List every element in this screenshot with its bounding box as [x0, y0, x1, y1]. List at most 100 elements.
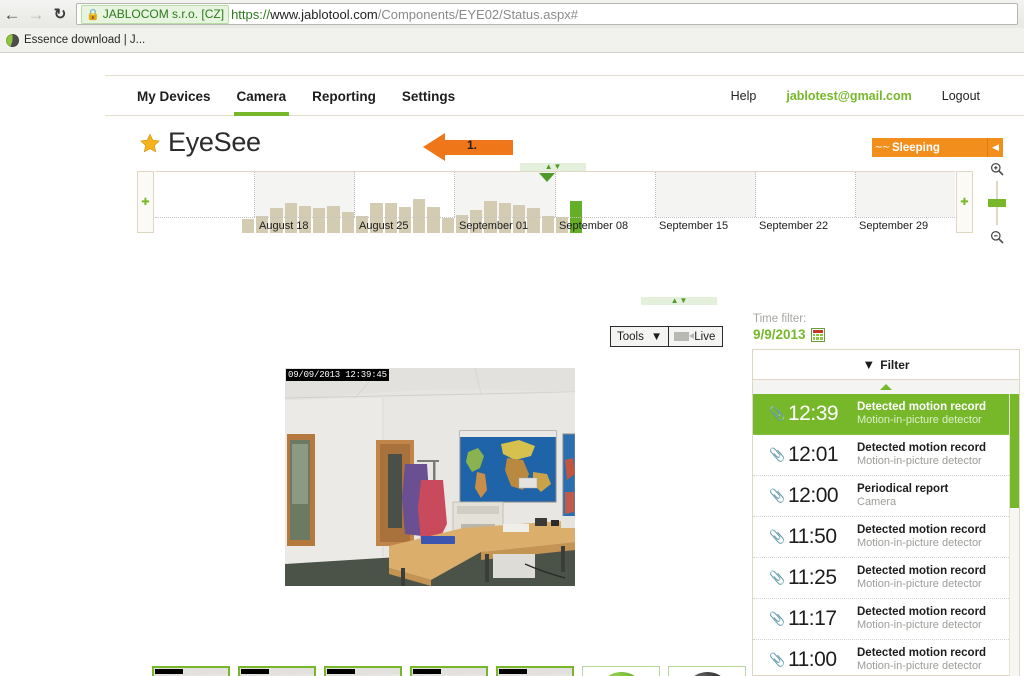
event-row[interactable]: 📎11:00Detected motion recordMotion-in-pi… [753, 640, 1009, 676]
filter-button[interactable]: ▼ Filter [753, 350, 1019, 380]
event-time: 12:39 [788, 402, 848, 426]
account-email-link[interactable]: jablotest@gmail.com [786, 89, 911, 103]
status-badge-label: Sleeping [892, 142, 987, 154]
url-scheme: https:// [231, 7, 270, 22]
timeline-axis-label: September 22 [755, 218, 855, 235]
zoom-slider-thumb[interactable] [988, 199, 1006, 207]
event-row[interactable]: 📎11:17Detected motion recordMotion-in-pi… [753, 599, 1009, 640]
security-badge: 🔒 JABLOCOM s.r.o. [CZ] [81, 5, 229, 24]
help-link[interactable]: Help [731, 89, 757, 103]
event-row[interactable]: 📎12:39Detected motion recordMotion-in-pi… [753, 394, 1009, 435]
timeline-plot[interactable]: August 18August 25September 01September … [155, 171, 955, 233]
filmstrip-thumbnail[interactable] [410, 666, 488, 676]
event-time: 12:00 [788, 484, 848, 508]
thumbnail-timestamp [155, 669, 183, 674]
nav-item-my-devices[interactable]: My Devices [137, 76, 211, 116]
download-button[interactable] [668, 666, 746, 676]
nav-item-camera[interactable]: Camera [237, 76, 287, 116]
timeline-axis-label: August 18 [255, 218, 355, 235]
callout-number: 1. [467, 138, 477, 152]
event-time: 11:17 [788, 607, 848, 631]
event-source: Motion-in-picture detector [857, 660, 986, 673]
nav-item-reporting[interactable]: Reporting [312, 76, 376, 116]
paperclip-icon: 📎 [769, 529, 779, 545]
page-viewport: My Devices Camera Reporting Settings Hel… [0, 53, 1024, 676]
event-row[interactable]: 📎11:25Detected motion recordMotion-in-pi… [753, 558, 1009, 599]
bookmark-label: Essence download | J... [24, 34, 145, 46]
camera-image [285, 368, 575, 586]
paperclip-icon: 📎 [769, 652, 779, 668]
lock-icon: 🔒 [86, 8, 100, 21]
paperclip-icon: 📎 [769, 611, 779, 627]
screen: ← → ↻ 🔒 JABLOCOM s.r.o. [CZ] https:// ww… [0, 0, 1024, 676]
event-row[interactable]: 📎12:00Periodical reportCamera [753, 476, 1009, 517]
reload-icon[interactable]: ↻ [48, 2, 72, 26]
filmstrip-thumbnail[interactable] [324, 666, 402, 676]
sleep-zzz-icon: ∼∼ [872, 142, 892, 153]
logout-link[interactable]: Logout [942, 89, 980, 103]
play-button[interactable] [582, 666, 660, 676]
page-title-row: EyeSee [140, 127, 261, 158]
timeline-selection-marker [539, 173, 555, 182]
timeline-range-handle-top[interactable]: ▲▼ [520, 163, 586, 171]
scrollbar-thumb[interactable] [1010, 394, 1019, 508]
filmstrip-thumbnail[interactable] [496, 666, 574, 676]
forward-icon[interactable]: → [24, 2, 48, 26]
paperclip-icon: 📎 [769, 488, 779, 504]
filter-label: Filter [880, 358, 909, 372]
filmstrip-thumbnail[interactable] [238, 666, 316, 676]
calendar-icon[interactable] [811, 328, 825, 342]
funnel-icon: ▼ [862, 357, 875, 372]
zoom-in-icon[interactable] [984, 161, 1010, 177]
live-button[interactable]: Live [669, 331, 722, 343]
thumbnail-timestamp [327, 669, 355, 674]
collapse-left-icon[interactable]: ◀ [987, 138, 1003, 157]
camera-viewer[interactable]: 09/09/2013 12:39:45 [285, 368, 575, 586]
chevron-up-icon: ▲ [545, 163, 553, 171]
account-nav: Help jablotest@gmail.com Logout [731, 76, 980, 116]
app-navbar: My Devices Camera Reporting Settings Hel… [105, 75, 1024, 116]
event-source: Motion-in-picture detector [857, 537, 986, 550]
event-title: Detected motion record [857, 442, 986, 455]
thumbnail-row [152, 666, 574, 676]
viewer-toolbar: Tools ▼ Live [610, 326, 723, 347]
event-row[interactable]: 📎11:50Detected motion recordMotion-in-pi… [753, 517, 1009, 558]
status-badge[interactable]: ∼∼ Sleeping ◀ [872, 138, 1003, 157]
star-icon[interactable] [140, 133, 160, 153]
tools-dropdown[interactable]: Tools ▼ [611, 331, 668, 343]
zoom-out-icon[interactable] [984, 229, 1010, 245]
scroll-right-icon[interactable]: ✚ [956, 171, 973, 233]
event-title: Detected motion record [857, 401, 986, 414]
timeline-axis-label [155, 218, 255, 235]
url-path: /Components/EYE02/Status.aspx# [378, 7, 578, 22]
address-bar[interactable]: 🔒 JABLOCOM s.r.o. [CZ] https:// www.jabl… [76, 3, 1018, 25]
url-host: www.jablotool.com [270, 7, 378, 22]
event-time: 11:00 [788, 648, 848, 672]
thumbnail-timestamp [499, 669, 527, 674]
timeline: ✚ ✚ August 18August 25September 01Septem… [137, 171, 973, 241]
time-filter: Time filter: 9/9/2013 [753, 313, 825, 342]
time-filter-value-row[interactable]: 9/9/2013 [753, 327, 825, 342]
primary-nav: My Devices Camera Reporting Settings [137, 76, 455, 116]
event-source: Camera [857, 496, 948, 509]
event-title: Detected motion record [857, 524, 986, 537]
event-row[interactable]: 📎12:01Detected motion recordMotion-in-pi… [753, 435, 1009, 476]
event-list-scroll-up[interactable] [753, 380, 1019, 394]
bookmark-item[interactable]: Essence download | J... [6, 34, 145, 47]
timeline-axis-label: September 08 [555, 218, 655, 235]
filmstrip-thumbnail[interactable] [152, 666, 230, 676]
scroll-left-icon[interactable]: ✚ [137, 171, 154, 233]
event-list-scrollbar[interactable] [1009, 394, 1019, 676]
play-icon [598, 672, 645, 676]
nav-item-settings[interactable]: Settings [402, 76, 455, 116]
timeline-range-handle-bottom[interactable]: ▲▼ [641, 297, 717, 305]
filmstrip [152, 666, 746, 676]
timeline-zoom-control [984, 161, 1010, 245]
event-time: 12:01 [788, 443, 848, 467]
chevron-up-icon: ▲ [671, 297, 679, 305]
back-icon[interactable]: ← [0, 2, 24, 26]
callout-annotation-1: 1. [423, 130, 513, 164]
event-title: Detected motion record [857, 565, 986, 578]
event-title: Detected motion record [857, 606, 986, 619]
timeline-axis: August 18August 25September 01September … [155, 217, 955, 235]
